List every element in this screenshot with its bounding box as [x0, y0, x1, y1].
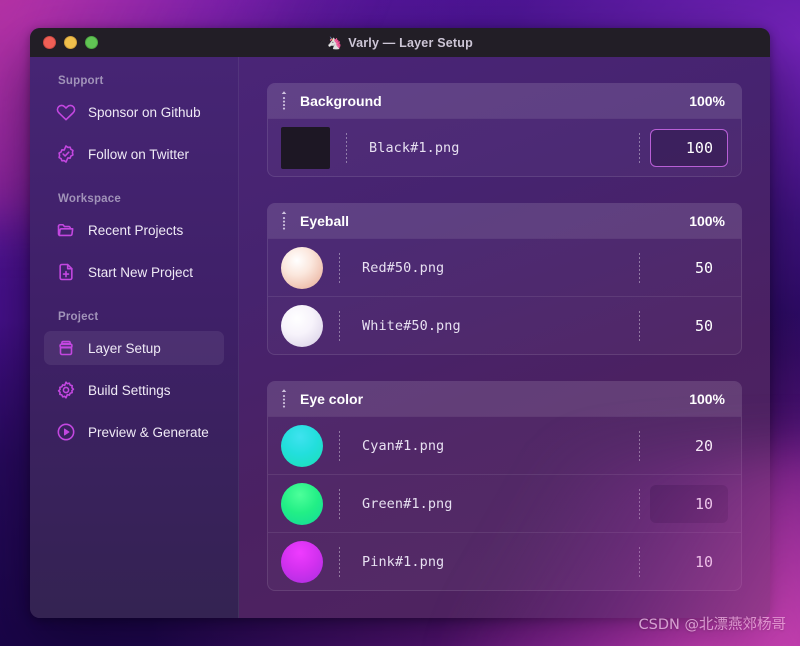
close-window-button[interactable]: [43, 36, 56, 49]
file-plus-icon: [56, 262, 76, 282]
maximize-window-button[interactable]: [85, 36, 98, 49]
row-divider-right: [639, 252, 640, 283]
layer-swatch: [281, 540, 323, 583]
sidebar-item-label: Build Settings: [88, 382, 171, 398]
sidebar-item-preview-and-generate[interactable]: Preview & Generate: [44, 415, 224, 449]
layer-row[interactable]: Pink#1.png 10: [268, 532, 741, 590]
layer-swatch: [281, 482, 323, 525]
layer-weight-input[interactable]: 10: [650, 543, 728, 581]
window-title-text: Varly — Layer Setup: [348, 35, 473, 50]
sidebar-item-label: Follow on Twitter: [88, 146, 190, 162]
window-body: Support Sponsor on Github Follow on Twit…: [30, 57, 770, 618]
layer-file-name: Pink#1.png: [362, 553, 445, 570]
layers-box-icon: [56, 338, 76, 358]
layer-file-name: Cyan#1.png: [362, 437, 445, 454]
sidebar-section-label-project: Project: [58, 311, 99, 323]
folder-icon: [56, 220, 76, 240]
sidebar-item-build-settings[interactable]: Build Settings: [44, 373, 224, 407]
row-divider-left: [339, 488, 340, 519]
heart-icon: [56, 102, 76, 122]
minimize-window-button[interactable]: [64, 36, 77, 49]
layer-list-panel: Background 100% Black#1.png 100 Eyeball …: [239, 57, 770, 618]
layer-file-name: White#50.png: [362, 317, 461, 334]
row-divider-right: [639, 488, 640, 519]
layer-group-percent: 100%: [689, 391, 725, 407]
desktop-background: 🦄 Varly — Layer Setup Support Sponsor on…: [0, 0, 800, 646]
layer-group-name: Eye color: [300, 391, 364, 407]
sidebar-item-follow-on-twitter[interactable]: Follow on Twitter: [44, 137, 224, 171]
layer-group-background: Background 100% Black#1.png 100: [267, 83, 742, 177]
row-divider-left: [339, 546, 340, 577]
layer-file-name: Red#50.png: [362, 259, 445, 276]
window-title: 🦄 Varly — Layer Setup: [30, 36, 770, 50]
layer-weight-input[interactable]: 100: [650, 128, 728, 167]
sidebar: Support Sponsor on Github Follow on Twit…: [30, 57, 239, 618]
row-divider-right: [639, 310, 640, 341]
sidebar-item-label: Sponsor on Github: [88, 104, 201, 120]
layer-group-name: Background: [300, 93, 382, 109]
row-divider-right: [639, 430, 640, 461]
sidebar-item-label: Preview & Generate: [88, 424, 209, 440]
layer-group-percent: 100%: [689, 93, 725, 109]
row-divider-left: [339, 310, 340, 341]
play-circle-icon: [56, 422, 76, 442]
layer-row[interactable]: Black#1.png 100: [268, 118, 741, 176]
sidebar-item-recent-projects[interactable]: Recent Projects: [44, 213, 224, 247]
row-divider-left: [346, 132, 347, 163]
layer-group-eye-color: Eye color 100% Cyan#1.png 20 Green#1.png: [267, 381, 742, 591]
drag-handle-icon[interactable]: [278, 90, 294, 112]
check-badge-icon: [56, 144, 76, 164]
layer-group-percent: 100%: [689, 213, 725, 229]
row-divider-right: [639, 132, 640, 163]
sidebar-item-start-new-project[interactable]: Start New Project: [44, 255, 224, 289]
sidebar-item-sponsor-on-github[interactable]: Sponsor on Github: [44, 95, 224, 129]
traffic-light-buttons: [43, 36, 98, 49]
sidebar-item-label: Start New Project: [88, 264, 194, 280]
sidebar-section-label-support: Support: [58, 75, 104, 87]
drag-handle-icon[interactable]: [278, 388, 294, 410]
window-titlebar[interactable]: 🦄 Varly — Layer Setup: [30, 28, 770, 57]
row-divider-right: [639, 546, 640, 577]
layer-weight-input[interactable]: 20: [650, 427, 728, 465]
sidebar-item-label: Recent Projects: [88, 222, 184, 238]
layer-row[interactable]: Green#1.png 10: [268, 474, 741, 532]
layer-weight-input[interactable]: 10: [650, 484, 728, 523]
layer-group-header[interactable]: Eye color 100%: [268, 382, 741, 416]
layer-row[interactable]: Cyan#1.png 20: [268, 416, 741, 474]
layer-swatch: [281, 126, 330, 169]
sidebar-item-layer-setup[interactable]: Layer Setup: [44, 331, 224, 365]
layer-file-name: Green#1.png: [362, 495, 453, 512]
layer-swatch: [281, 424, 323, 467]
layer-swatch: [281, 246, 323, 289]
layer-group-header[interactable]: Background 100%: [268, 84, 741, 118]
row-divider-left: [339, 252, 340, 283]
gear-icon: [56, 380, 76, 400]
layer-group-name: Eyeball: [300, 213, 350, 229]
row-divider-left: [339, 430, 340, 461]
layer-row[interactable]: White#50.png 50: [268, 296, 741, 354]
layer-weight-input[interactable]: 50: [650, 307, 728, 345]
layer-group-header[interactable]: Eyeball 100%: [268, 204, 741, 238]
drag-handle-icon[interactable]: [278, 210, 294, 232]
unicorn-icon: 🦄: [327, 35, 343, 50]
layer-group-eyeball: Eyeball 100% Red#50.png 50 White#50.png: [267, 203, 742, 355]
layer-file-name: Black#1.png: [369, 139, 460, 156]
sidebar-item-label: Layer Setup: [88, 340, 161, 356]
layer-weight-input[interactable]: 50: [650, 249, 728, 287]
app-window: 🦄 Varly — Layer Setup Support Sponsor on…: [30, 28, 770, 618]
layer-row[interactable]: Red#50.png 50: [268, 238, 741, 296]
sidebar-section-label-workspace: Workspace: [58, 193, 121, 205]
layer-swatch: [281, 304, 323, 347]
